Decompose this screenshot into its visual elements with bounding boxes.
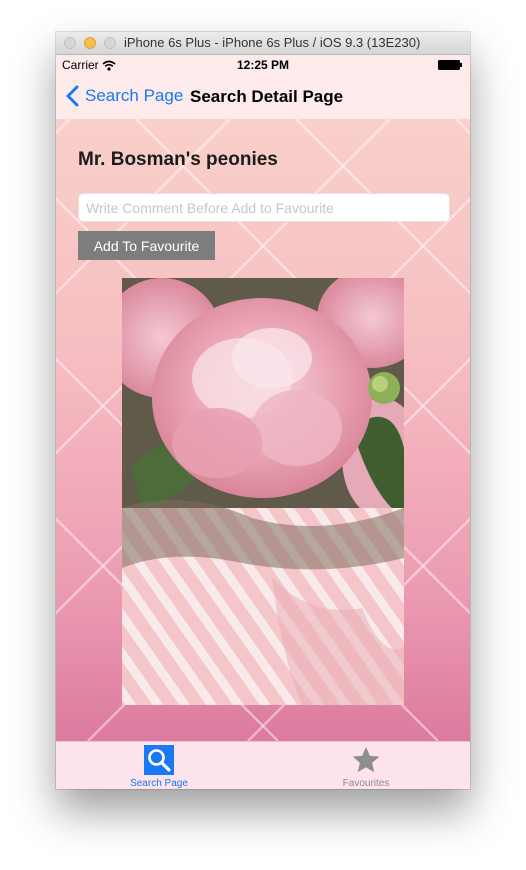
detail-content: Mr. Bosman's peonies Add To Favourite [56, 119, 470, 741]
add-to-favourite-button[interactable]: Add To Favourite [78, 231, 215, 260]
window-title: iPhone 6s Plus - iPhone 6s Plus / iOS 9.… [124, 35, 421, 50]
status-bar: Carrier 12:25 PM [56, 55, 470, 75]
magnifier-icon [144, 745, 174, 775]
simulator-window: iPhone 6s Plus - iPhone 6s Plus / iOS 9.… [56, 32, 470, 789]
tab-label-search: Search Page [130, 778, 188, 789]
item-title: Mr. Bosman's peonies [78, 149, 278, 170]
comment-input[interactable] [78, 193, 450, 222]
tab-bar: Search Page Favourites [56, 741, 470, 789]
tab-label-favourites: Favourites [342, 778, 390, 789]
star-icon [352, 747, 380, 773]
device-screen: Carrier 12:25 PM Search Page Search Deta… [56, 55, 470, 789]
back-button[interactable]: Search Page [66, 85, 183, 107]
navigation-bar: Search Page Search Detail Page [56, 75, 470, 119]
chevron-left-icon [66, 85, 79, 107]
battery-icon [438, 60, 462, 70]
tab-favourites[interactable]: Favourites [306, 745, 426, 789]
status-time: 12:25 PM [236, 58, 290, 72]
close-window-button[interactable] [64, 37, 76, 49]
window-titlebar[interactable]: iPhone 6s Plus - iPhone 6s Plus / iOS 9.… [56, 32, 470, 55]
peonies-photo [122, 278, 404, 705]
zoom-window-button[interactable] [104, 37, 116, 49]
tab-search-page[interactable]: Search Page [99, 745, 219, 789]
back-button-label: Search Page [85, 86, 184, 105]
minimize-window-button[interactable] [84, 37, 96, 49]
page-title: Search Detail Page [190, 87, 344, 106]
